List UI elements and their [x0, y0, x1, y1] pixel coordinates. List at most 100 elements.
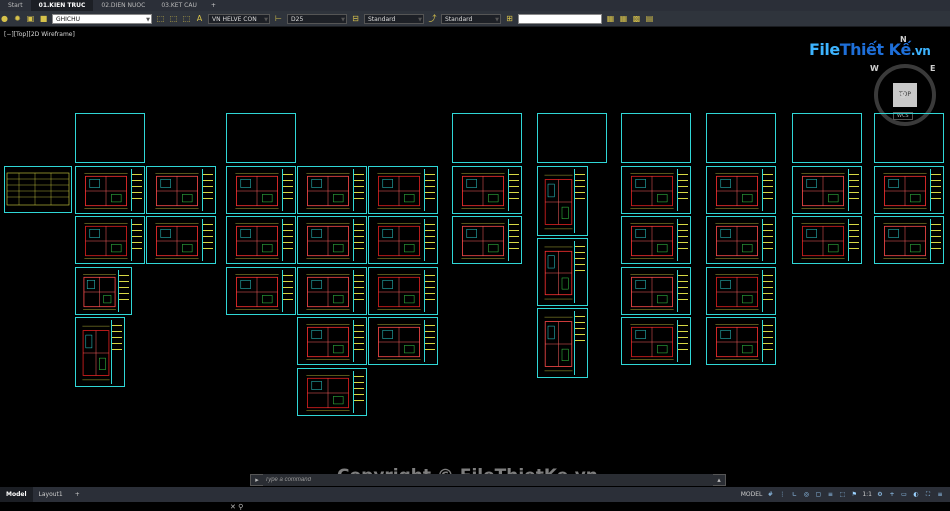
window-icon[interactable]: ▤: [645, 14, 654, 23]
tab-dien-nuoc[interactable]: 02.DIEN NUOC: [93, 0, 153, 11]
drawing-sheet: [75, 267, 132, 315]
compass-west[interactable]: W: [870, 64, 879, 73]
document-tab-bar: Start 01.KIEN TRUC 02.DIEN NUOC 03.KET C…: [0, 0, 950, 11]
command-controls[interactable]: ✕ ⚲: [230, 503, 243, 511]
gear-icon[interactable]: ⚙: [876, 491, 884, 498]
polar-icon[interactable]: ◎: [802, 491, 810, 498]
drawing-sheet: [297, 317, 367, 365]
drawing-viewport[interactable]: [−][Top][2D Wireframe] FileThiết Kế.vn T…: [0, 27, 950, 511]
search-input[interactable]: [518, 13, 602, 24]
dim-style-dropdown[interactable]: Standard ▼: [364, 13, 424, 24]
tab-layout1[interactable]: Layout1: [33, 487, 69, 502]
command-input[interactable]: [263, 474, 713, 486]
title-block: [848, 219, 859, 261]
text-style-icon[interactable]: A: [195, 14, 204, 23]
drawing-sheet: [621, 216, 691, 264]
command-line[interactable]: ▸ ▴: [250, 474, 726, 486]
layer-dropdown[interactable]: GHICHU ▼: [52, 13, 152, 24]
title-block: [282, 169, 293, 211]
layout-icon[interactable]: ▦: [606, 14, 615, 23]
plan-graphic: [461, 223, 505, 259]
layer-properties-icon[interactable]: ⬚: [169, 14, 178, 23]
drawing-sheet: [537, 166, 588, 236]
layer-tools-icon[interactable]: ⬚: [156, 14, 165, 23]
chevron-down-icon: ▼: [146, 16, 150, 23]
dim-style-icon[interactable]: ⊟: [351, 14, 360, 23]
fullscreen-icon[interactable]: ⛶: [924, 491, 932, 499]
text-style-value: VN HELVE CON: [212, 15, 257, 23]
drawing-sheet: [874, 216, 944, 264]
tab-model[interactable]: Model: [0, 487, 33, 502]
model-space-toggle[interactable]: MODEL: [741, 491, 763, 498]
hardware-icon[interactable]: ▭: [900, 491, 908, 498]
annotation-icon[interactable]: ⚑: [850, 491, 858, 498]
drawing-sheet: [75, 317, 125, 387]
plan-graphic: [377, 223, 421, 259]
image-icon[interactable]: ▩: [632, 14, 641, 23]
multileader-icon[interactable]: ⤴: [428, 14, 437, 23]
chevron-down-icon: ▼: [341, 16, 345, 23]
osnap-icon[interactable]: ▢: [814, 491, 822, 498]
new-tab-button[interactable]: +: [205, 2, 222, 9]
cover-sheet: [874, 113, 944, 163]
title-block: [677, 270, 688, 312]
title-block: [111, 320, 122, 384]
snap-icon[interactable]: ⋮: [778, 491, 786, 498]
viewport-controls-label[interactable]: [−][Top][2D Wireframe]: [4, 31, 75, 38]
drawing-sheet: [792, 216, 862, 264]
command-history-icon[interactable]: ▸: [251, 476, 263, 484]
drawing-sheet: [226, 166, 296, 214]
compass-north[interactable]: N: [900, 35, 907, 44]
color-swatch-icon[interactable]: ■: [39, 14, 48, 23]
drawing-sheet: [297, 166, 367, 214]
bulb-icon[interactable]: ●: [0, 14, 9, 23]
title-block: [131, 169, 142, 211]
drawing-sheet: [706, 267, 776, 315]
table-style-icon[interactable]: ⊞: [505, 14, 514, 23]
text-style-dropdown[interactable]: VN HELVE CON ▼: [208, 13, 270, 24]
annotation-scale[interactable]: 1:1: [862, 491, 872, 498]
plan-graphic: [235, 173, 279, 209]
plan-graphic: [801, 173, 845, 209]
menu-icon[interactable]: ≡: [936, 491, 944, 498]
chevron-down-icon: ▼: [495, 16, 499, 23]
compass-east[interactable]: E: [930, 64, 935, 73]
drawing-sheet: [368, 216, 438, 264]
lineweight-icon[interactable]: ≡: [826, 491, 834, 498]
grid-icon[interactable]: #: [766, 491, 774, 498]
tab-ket-cau[interactable]: 03.KET CAU: [153, 0, 205, 11]
title-block: [762, 320, 773, 362]
title-block: [353, 270, 364, 312]
layer-value: GHICHU: [56, 15, 81, 23]
isolate-icon[interactable]: ◐: [912, 491, 920, 498]
title-block: [574, 241, 585, 303]
tab-kien-truc[interactable]: 01.KIEN TRUC: [30, 0, 94, 11]
dimension-icon[interactable]: ⊢: [274, 14, 283, 23]
viewport-icon[interactable]: ▦: [619, 14, 628, 23]
add-layout-button[interactable]: +: [69, 487, 86, 502]
sun-icon[interactable]: ✹: [13, 14, 22, 23]
layer-states-icon[interactable]: ⬚: [182, 14, 191, 23]
plan-graphic: [82, 325, 110, 381]
compass-south[interactable]: S: [900, 91, 906, 100]
plan-graphic: [155, 173, 199, 209]
drawing-sheet: [368, 267, 438, 315]
drawing-sheet: [706, 216, 776, 264]
cover-sheet: [792, 113, 862, 163]
chevron-up-icon[interactable]: ▴: [713, 476, 725, 484]
plus-icon[interactable]: +: [888, 491, 896, 498]
plan-graphic: [306, 173, 350, 209]
drawing-sheet: [226, 216, 296, 264]
multileader-style-dropdown[interactable]: Standard ▼: [441, 13, 501, 24]
dim-scale-dropdown[interactable]: D25 ▼: [287, 13, 347, 24]
lock-icon[interactable]: ▣: [26, 14, 35, 23]
selection-cycle-icon[interactable]: ⬚: [838, 491, 846, 498]
drawing-sheet: [75, 166, 145, 214]
title-block: [930, 169, 941, 211]
tab-start[interactable]: Start: [0, 0, 31, 11]
ortho-icon[interactable]: ∟: [790, 491, 798, 498]
drawing-sheet: [452, 166, 522, 214]
plan-graphic: [715, 223, 759, 259]
plan-graphic: [235, 223, 279, 259]
cover-sheet: [226, 113, 296, 163]
